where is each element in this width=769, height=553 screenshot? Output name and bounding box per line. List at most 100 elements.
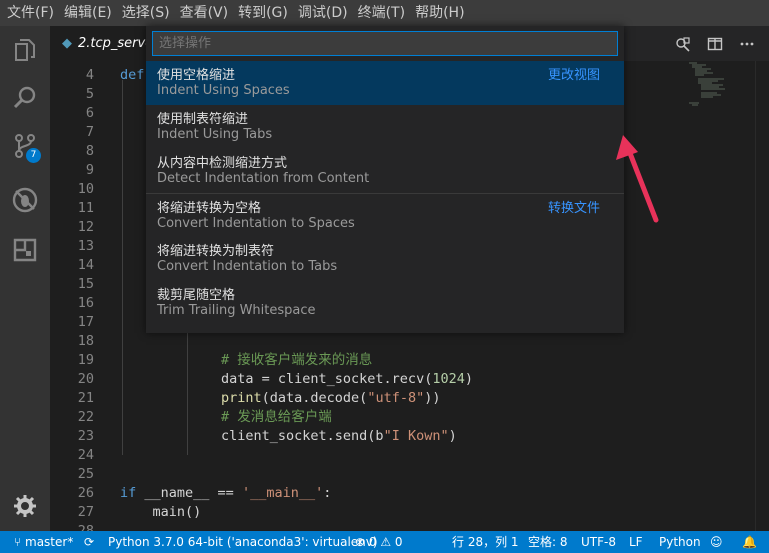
- menu-edit[interactable]: 编辑(E): [59, 0, 117, 26]
- feedback-icon[interactable]: ☺: [710, 531, 723, 553]
- line-number: 21: [77, 390, 94, 406]
- gear-icon: [14, 495, 36, 517]
- quick-pick-item-convert-to-spaces[interactable]: 将缩进转换为空格 Convert Indentation to Spaces 转…: [146, 193, 624, 237]
- line-number: 9: [85, 162, 94, 178]
- menu-selection[interactable]: 选择(S): [117, 0, 175, 26]
- code-line[interactable]: 22 # 发消息给客户端: [50, 408, 769, 427]
- code-token: (data.decode(: [261, 390, 368, 406]
- error-icon: ⊗: [355, 535, 369, 549]
- code-text: def: [120, 66, 144, 85]
- code-line[interactable]: 26 if __name__ == '__main__':: [50, 484, 769, 503]
- line-number: 20: [77, 371, 94, 387]
- search-button[interactable]: [0, 74, 50, 122]
- code-token: def: [120, 67, 145, 83]
- quick-pick-item-trim-whitespace[interactable]: 裁剪尾随空格 Trim Trailing Whitespace: [146, 281, 624, 325]
- item-label: 将缩进转换为制表符: [157, 244, 275, 259]
- compare-icon: [676, 36, 690, 52]
- line-number: 27: [77, 504, 94, 520]
- code-line[interactable]: 28: [50, 522, 769, 531]
- code-token: main(): [120, 504, 202, 520]
- split-editor-button[interactable]: [699, 26, 731, 61]
- menu-terminal[interactable]: 终端(T): [353, 0, 410, 26]
- open-changes-button[interactable]: [667, 26, 699, 61]
- quick-pick-input[interactable]: [152, 31, 618, 56]
- code-line[interactable]: 18: [50, 332, 769, 351]
- item-description: Convert Indentation to Tabs: [157, 259, 338, 274]
- code-line[interactable]: 21 print(data.decode("utf-8")): [50, 389, 769, 408]
- code-token: "utf-8": [367, 390, 425, 406]
- manage-button[interactable]: [0, 482, 50, 530]
- sync-icon[interactable]: ⟳: [84, 531, 94, 553]
- line-number: 13: [77, 238, 94, 254]
- code-text: print(data.decode("utf-8")): [221, 389, 440, 408]
- menu-view[interactable]: 查看(V): [175, 0, 234, 26]
- python-file-icon: ◆: [62, 36, 72, 51]
- code-line[interactable]: 27 main(): [50, 503, 769, 522]
- branch-indicator[interactable]: ⑂ master*: [14, 531, 73, 553]
- line-number: 26: [77, 485, 94, 501]
- code-line[interactable]: 23 client_socket.send(b"I Kown"): [50, 427, 769, 446]
- line-number: 19: [77, 352, 94, 368]
- ellipsis-icon: [740, 42, 754, 45]
- code-line[interactable]: 24: [50, 446, 769, 465]
- quick-pick-item-indent-spaces[interactable]: 使用空格缩进 Indent Using Spaces 更改视图: [146, 61, 624, 105]
- problems-indicator[interactable]: ⊗ 0 ⚠ 0: [355, 531, 403, 553]
- item-label: 使用制表符缩进: [157, 112, 249, 127]
- code-text: # 发消息给客户端: [221, 408, 332, 427]
- line-number: 10: [77, 181, 94, 197]
- explorer-button[interactable]: [0, 26, 50, 74]
- more-actions-button[interactable]: [731, 26, 763, 61]
- tab-file[interactable]: ◆ 2.tcp_serve: [50, 26, 154, 61]
- line-number: 15: [77, 276, 94, 292]
- code-token: "I Kown": [383, 428, 449, 444]
- code-token: 1024: [432, 371, 465, 387]
- line-number: 11: [77, 200, 94, 216]
- code-token: print: [221, 390, 262, 406]
- menu-help[interactable]: 帮助(H): [410, 0, 469, 26]
- language-mode[interactable]: Python: [659, 531, 701, 553]
- code-line[interactable]: 20 data = client_socket.recv(1024): [50, 370, 769, 389]
- files-icon: [15, 39, 35, 61]
- tab-label: 2.tcp_serve: [78, 36, 154, 51]
- code-token: __name__ ==: [136, 485, 242, 501]
- notifications-icon[interactable]: 🔔: [742, 531, 757, 553]
- debug-button[interactable]: [0, 176, 50, 224]
- code-text: main(): [120, 503, 202, 522]
- eol-indicator[interactable]: LF: [629, 531, 643, 553]
- python-interpreter[interactable]: Python 3.7.0 64-bit ('anaconda3': virtua…: [108, 531, 378, 553]
- menu-debug[interactable]: 调试(D): [293, 0, 353, 26]
- code-token: # 发消息给客户端: [221, 409, 332, 425]
- item-description: Indent Using Spaces: [157, 83, 290, 98]
- item-description: Trim Trailing Whitespace: [157, 303, 316, 318]
- line-number: 16: [77, 295, 94, 311]
- code-line[interactable]: 19 # 接收客户端发来的消息: [50, 351, 769, 370]
- menu-file[interactable]: 文件(F): [2, 0, 59, 26]
- branch-icon: ⑂: [14, 535, 26, 549]
- minimap[interactable]: [686, 61, 756, 121]
- encoding-indicator[interactable]: UTF-8: [581, 531, 616, 553]
- code-text: if __name__ == '__main__':: [120, 484, 331, 503]
- quick-pick-item-convert-to-tabs[interactable]: 将缩进转换为制表符 Convert Indentation to Tabs: [146, 237, 624, 281]
- code-token: client_socket.send(b: [221, 428, 384, 444]
- item-description: Indent Using Tabs: [157, 127, 273, 142]
- line-number: 22: [77, 409, 94, 425]
- code-line[interactable]: 25: [50, 465, 769, 484]
- code-token: # 接收客户端发来的消息: [221, 352, 373, 368]
- vertical-scrollbar[interactable]: [755, 61, 769, 531]
- status-bar: ⑂ master* ⟳ Python 3.7.0 64-bit ('anacon…: [0, 531, 769, 553]
- item-label: 使用空格缩进: [157, 68, 236, 83]
- item-description: Convert Indentation to Spaces: [157, 216, 355, 231]
- extensions-button[interactable]: [0, 226, 50, 274]
- code-token: :: [323, 485, 332, 501]
- scm-badge: 7: [26, 148, 41, 163]
- bug-icon: [12, 187, 38, 213]
- cursor-position[interactable]: 行 28，列 1: [452, 531, 519, 553]
- warning-icon: ⚠: [376, 535, 395, 549]
- item-label: 裁剪尾随空格: [157, 288, 236, 303]
- indentation-indicator[interactable]: 空格: 8: [528, 531, 568, 553]
- quick-pick-item-indent-tabs[interactable]: 使用制表符缩进 Indent Using Tabs: [146, 105, 624, 149]
- menu-go[interactable]: 转到(G): [233, 0, 293, 26]
- line-number: 28: [77, 523, 94, 531]
- source-control-button[interactable]: 7: [0, 122, 50, 170]
- quick-pick-item-detect-indentation[interactable]: 从内容中检测缩进方式 Detect Indentation from Conte…: [146, 149, 624, 193]
